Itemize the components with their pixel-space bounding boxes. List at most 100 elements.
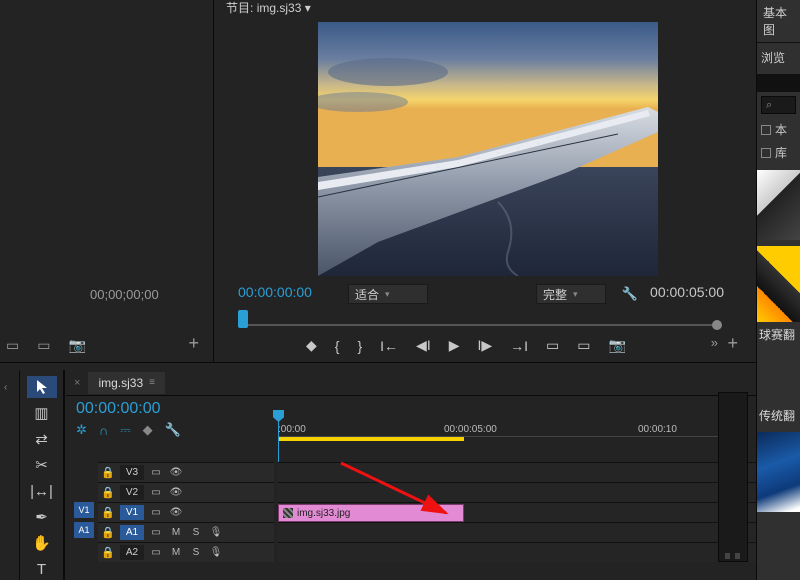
marker-icon[interactable]: ◆	[143, 422, 153, 438]
razor-tool[interactable]: ✂	[27, 454, 57, 476]
timeline-tracks[interactable]: img.sj33.jpg	[278, 462, 756, 562]
mark-out-icon[interactable]: }	[357, 338, 362, 354]
track-a2-lane[interactable]	[278, 542, 756, 562]
timeline-options: ✲ ∩ ⎓ ◆ 🔧	[76, 422, 181, 438]
snapshot-icon[interactable]: 📷	[68, 337, 85, 354]
lock-icon[interactable]: 🔒	[100, 526, 116, 539]
track-headers: 🔒 V3 ▭ 👁 🔒 V2 ▭ 👁 🔒 V1 ▭ 👁 🔒 A1 ▭ M S 🎙 …	[98, 462, 274, 562]
source-timecode: 00;00;00;00	[90, 287, 159, 302]
slip-tool[interactable]: |↔|	[27, 480, 57, 502]
lock-icon[interactable]: 🔒	[100, 466, 116, 479]
mute-toggle[interactable]: M	[168, 546, 184, 560]
hand-tool[interactable]: ✋	[27, 532, 57, 554]
program-scrubber[interactable]	[238, 310, 718, 330]
track-visibility-icon[interactable]: 👁	[168, 466, 184, 480]
program-tab[interactable]: 节目: img.sj33 ▾	[226, 0, 311, 16]
step-back-icon[interactable]: ◀I	[416, 337, 431, 354]
export-frame-icon[interactable]: 📷	[609, 337, 626, 354]
selection-tool[interactable]	[27, 376, 57, 398]
settings-wrench-icon[interactable]: 🔧	[622, 286, 638, 302]
lock-icon[interactable]: 🔒	[100, 486, 116, 499]
chevron-left-icon[interactable]: ‹	[4, 382, 7, 393]
type-tool[interactable]: T	[27, 558, 57, 580]
voiceover-icon[interactable]: 🎙	[208, 526, 224, 540]
source-patch-v1[interactable]: V1	[74, 502, 94, 518]
snap-icon[interactable]: ✲	[76, 422, 87, 438]
source-add-button[interactable]: +	[188, 333, 199, 354]
track-toggle-output-icon[interactable]: ▭	[148, 466, 164, 480]
track-visibility-icon[interactable]: 👁	[168, 506, 184, 520]
template-label-1: 球赛翻	[757, 324, 800, 345]
timeline-ruler[interactable]: :00:00 00:00:05:00 00:00:10	[278, 410, 756, 440]
track-a1-label[interactable]: A1	[120, 525, 144, 540]
track-toggle-output-icon[interactable]: ▭	[148, 486, 164, 500]
program-scrub-end[interactable]	[712, 320, 722, 330]
track-v2-lane[interactable]	[278, 482, 756, 502]
track-a2-header[interactable]: 🔒 A2 ▭ M S 🎙	[98, 542, 274, 562]
track-v2-header[interactable]: 🔒 V2 ▭ 👁	[98, 482, 274, 502]
extract-icon[interactable]: ▭	[577, 337, 590, 354]
program-timecode-in[interactable]: 00:00:00:00	[238, 284, 312, 300]
right-browse-tab[interactable]: 浏览	[757, 43, 800, 72]
right-check-local[interactable]: 本	[757, 118, 800, 141]
go-to-in-icon[interactable]: I←	[380, 338, 398, 354]
right-search-field-bg[interactable]	[757, 74, 800, 92]
ripple-edit-tool[interactable]: ⇄	[27, 428, 57, 450]
mute-toggle[interactable]: M	[168, 526, 184, 540]
zoom-dropdown[interactable]: 适合	[348, 284, 428, 304]
program-playhead[interactable]	[238, 310, 248, 328]
program-preview[interactable]	[318, 22, 658, 276]
track-v1-header[interactable]: 🔒 V1 ▭ 👁	[98, 502, 274, 522]
step-forward-icon[interactable]: I▶	[477, 337, 492, 354]
timeline-panel: × img.sj33 ≡ 00:00:00:00 ✲ ∩ ⎓ ◆ 🔧 🔒 V3 …	[66, 370, 756, 580]
right-search-input[interactable]: ⌕	[761, 96, 796, 114]
linked-selection-icon[interactable]: ⎓	[120, 422, 130, 438]
go-to-out-icon[interactable]: →I	[510, 338, 528, 354]
timeline-tab-close-prev[interactable]: ×	[66, 377, 88, 389]
timeline-tab-menu-icon[interactable]: ≡	[149, 377, 155, 388]
solo-toggle[interactable]: S	[188, 546, 204, 560]
track-v2-label[interactable]: V2	[120, 485, 144, 500]
solo-toggle[interactable]: S	[188, 526, 204, 540]
template-thumb-1[interactable]	[757, 170, 800, 240]
work-area-bar[interactable]	[278, 437, 464, 441]
quality-dropdown[interactable]: 完整	[536, 284, 606, 304]
track-v3-lane[interactable]	[278, 462, 756, 482]
clip-item[interactable]: img.sj33.jpg	[278, 504, 464, 522]
right-tab-essential-graphics[interactable]: 基本图	[757, 0, 800, 43]
lock-icon[interactable]: 🔒	[100, 506, 116, 519]
track-v1-lane[interactable]: img.sj33.jpg	[278, 502, 756, 522]
program-more-icon[interactable]: »	[711, 335, 718, 350]
insert-icon[interactable]: ▭	[6, 337, 19, 354]
mark-in-icon[interactable]: {	[335, 338, 340, 354]
track-a2-label[interactable]: A2	[120, 545, 144, 560]
program-add-button[interactable]: +	[727, 333, 738, 354]
source-patch-a1[interactable]: A1	[74, 522, 94, 538]
tool-panel: ▥ ⇄ ✂ |↔| ✒ ✋ T	[20, 370, 64, 580]
magnet-icon[interactable]: ∩	[99, 423, 108, 438]
track-v1-label[interactable]: V1	[120, 505, 144, 520]
timeline-tab[interactable]: img.sj33 ≡	[88, 372, 165, 394]
lift-icon[interactable]: ▭	[546, 337, 559, 354]
track-toggle-output-icon[interactable]: ▭	[148, 526, 164, 540]
track-a1-lane[interactable]	[278, 522, 756, 542]
play-icon[interactable]: ▶	[449, 337, 460, 354]
track-toggle-output-icon[interactable]: ▭	[148, 506, 164, 520]
mark-clip-icon[interactable]: ◆	[306, 337, 317, 354]
track-select-tool[interactable]: ▥	[27, 402, 57, 424]
template-thumb-3[interactable]	[757, 432, 800, 512]
tool-edge-strip: ‹	[0, 370, 20, 580]
settings-icon[interactable]: 🔧	[165, 422, 181, 438]
voiceover-icon[interactable]: 🎙	[208, 546, 224, 560]
lock-icon[interactable]: 🔒	[100, 546, 116, 559]
timeline-timecode[interactable]: 00:00:00:00	[76, 400, 161, 418]
track-toggle-output-icon[interactable]: ▭	[148, 546, 164, 560]
track-visibility-icon[interactable]: 👁	[168, 486, 184, 500]
track-a1-header[interactable]: 🔒 A1 ▭ M S 🎙	[98, 522, 274, 542]
overwrite-icon[interactable]: ▭	[37, 337, 50, 354]
track-v3-label[interactable]: V3	[120, 465, 144, 480]
right-check-library[interactable]: 库	[757, 141, 800, 164]
pen-tool[interactable]: ✒	[27, 506, 57, 528]
track-v3-header[interactable]: 🔒 V3 ▭ 👁	[98, 462, 274, 482]
template-thumb-2[interactable]	[757, 246, 800, 322]
